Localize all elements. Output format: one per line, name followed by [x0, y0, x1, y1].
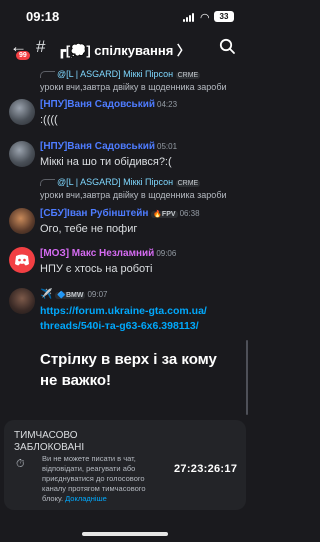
learn-more-link[interactable]: Докладніше [65, 494, 107, 503]
message-time: 09:07 [87, 290, 108, 299]
hash-icon: # [36, 37, 46, 56]
timeout-timer: 27:23:26:17 [174, 463, 238, 475]
reply-author: @[L | ASGARD] Міккі Пірсон [57, 69, 174, 79]
wifi-icon: ◠ [200, 12, 210, 24]
signal-icon [183, 13, 195, 22]
message-author[interactable]: [НПУ]Ваня Садовський 05:01 [40, 141, 177, 152]
message-time: 05:01 [157, 142, 178, 151]
forum-link[interactable]: https://forum.ukraine-gta.com.ua/ [40, 304, 207, 319]
banner-title: ТИМЧАСОВО ЗАБЛОКОВАНІ [14, 430, 85, 453]
message-text-large: Стрілку в верх і за кому [40, 351, 217, 368]
timeout-banner: ТИМЧАСОВО ЗАБЛОКОВАНІ ⏱ Ви не можете пис… [4, 420, 246, 510]
avatar[interactable] [9, 288, 35, 314]
role-tag: 🔥FPV [151, 211, 178, 218]
channel-header: ← 99 # ┏[💭] спілкування 〉 [0, 34, 250, 64]
avatar[interactable] [9, 99, 35, 125]
home-indicator[interactable] [82, 532, 168, 536]
reply-text: уроки вчи,завтра двійку в щоденника заро… [40, 82, 227, 92]
forum-link[interactable]: threads/540і-та-g63-6х6.398113/ [40, 319, 199, 334]
banner-description: Ви не можете писати в чат, відповідати, … [42, 454, 146, 503]
avatar[interactable] [9, 208, 35, 234]
message-text-large: не важко! [40, 372, 112, 389]
clock-person-icon: ⏱ [16, 458, 25, 470]
scrollbar[interactable] [246, 340, 248, 415]
message-text: НПУ є хтось на роботі [40, 263, 153, 275]
message-author[interactable]: [МОЗ] Макс Незламний 09:06 [40, 248, 176, 259]
clock: 09:18 [26, 9, 60, 24]
battery-icon: 33 [214, 11, 234, 22]
status-bar: 09:18 ◠ 33 [0, 0, 250, 34]
reply-author: @[L | ASGARD] Міккі Пірсон [57, 177, 174, 187]
avatar[interactable] [9, 247, 35, 273]
channel-name[interactable]: ┏[💭] спілкування 〉 [58, 40, 190, 59]
message-author[interactable]: [НПУ]Ваня Садовський 04:23 [40, 99, 177, 110]
message-text: :(((( [40, 114, 58, 126]
message-author[interactable]: ✈️ 🔷BMW 09:07 [40, 289, 107, 300]
role-tag: CRME [175, 180, 201, 187]
unread-badge: 99 [16, 51, 30, 60]
avatar[interactable] [9, 141, 35, 167]
role-tag: 🔷BMW [55, 292, 86, 299]
reply-preview[interactable]: @[L | ASGARD] Міккі Пірсон CRME [40, 177, 245, 187]
reply-text: уроки вчи,завтра двійку в щоденника заро… [40, 190, 227, 200]
reply-preview[interactable]: @[L | ASGARD] Міккі Пірсон CRME [40, 69, 245, 79]
search-icon[interactable] [219, 38, 236, 55]
message-time: 06:38 [179, 209, 200, 218]
message-author[interactable]: [СБУ]Іван Рубінштейн 🔥FPV 06:38 [40, 208, 200, 219]
role-tag: CRME [175, 72, 201, 79]
message-time: 09:06 [156, 249, 177, 258]
message-time: 04:23 [157, 100, 178, 109]
discord-icon [15, 254, 29, 266]
message-text: Ого, тебе не пофиг [40, 223, 138, 235]
message-text: Міккі на шо ти обідився?:( [40, 156, 172, 168]
